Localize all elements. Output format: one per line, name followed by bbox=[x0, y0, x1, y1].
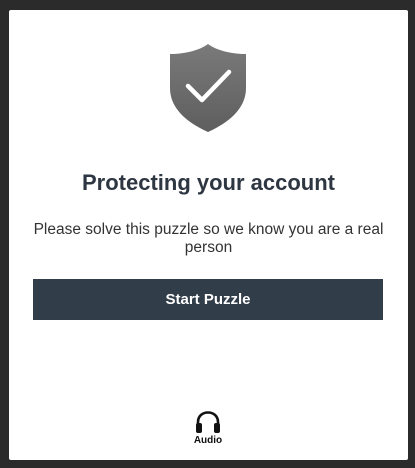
shield-check-icon bbox=[170, 44, 246, 132]
page-title: Protecting your account bbox=[81, 170, 336, 195]
window-frame: Protecting your account Please solve thi… bbox=[0, 0, 415, 468]
start-puzzle-button[interactable]: Start Puzzle bbox=[33, 279, 383, 320]
audio-label: Audio bbox=[193, 435, 223, 446]
instruction-text: Please solve this puzzle so we know you … bbox=[33, 221, 384, 256]
audio-button[interactable]: Audio bbox=[183, 410, 233, 452]
headphones-icon bbox=[196, 411, 220, 433]
challenge-card: Protecting your account Please solve thi… bbox=[9, 10, 408, 460]
